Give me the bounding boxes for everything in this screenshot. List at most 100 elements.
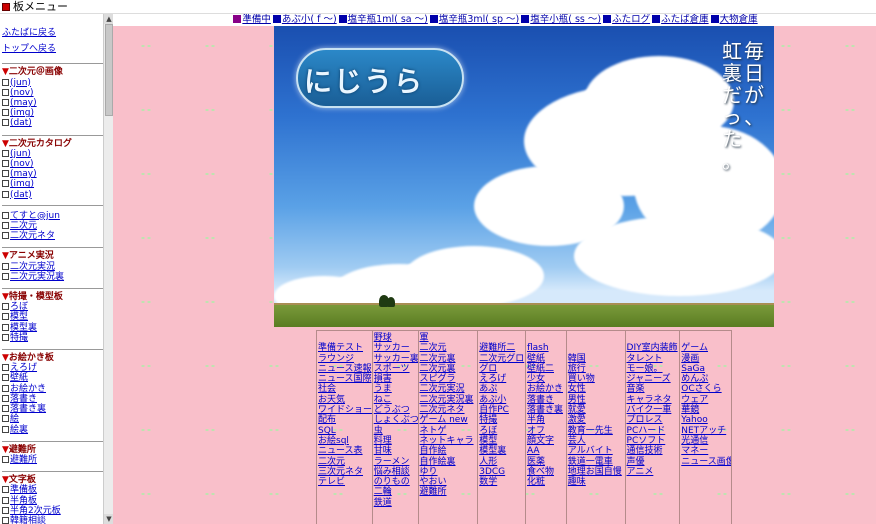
board-link[interactable]: ワイドショー bbox=[318, 405, 372, 415]
board-link[interactable]: ろぼ bbox=[479, 426, 524, 436]
board-link[interactable]: のりもの bbox=[374, 477, 417, 487]
board-link[interactable]: NETアッチ bbox=[681, 426, 730, 436]
board-link[interactable]: 落書き裏 bbox=[527, 405, 565, 415]
board-link[interactable]: PCハード bbox=[627, 426, 679, 436]
board-link[interactable]: お絵かき bbox=[527, 384, 565, 394]
checkbox-icon[interactable] bbox=[2, 99, 9, 107]
checkbox-icon[interactable] bbox=[2, 415, 9, 423]
checkbox-icon[interactable] bbox=[2, 262, 9, 270]
sidebar-link[interactable]: (img) bbox=[10, 108, 34, 118]
checkbox-icon[interactable] bbox=[2, 180, 9, 188]
board-link[interactable]: うま bbox=[374, 384, 417, 394]
board-link[interactable]: グロ bbox=[479, 364, 524, 374]
board-link[interactable]: モー娘。 bbox=[627, 364, 679, 374]
sidebar-link[interactable]: 特撮 bbox=[10, 333, 28, 343]
board-link[interactable]: プロレス bbox=[627, 415, 679, 425]
board-link[interactable]: 模型裏 bbox=[479, 446, 524, 456]
board-link[interactable]: 女性 bbox=[568, 384, 624, 394]
sidebar-link[interactable]: 半角2次元板 bbox=[10, 506, 61, 516]
board-link[interactable]: オフ bbox=[527, 426, 565, 436]
board-link[interactable]: 教育一先生 bbox=[568, 426, 624, 436]
board-link[interactable]: 模型 bbox=[479, 436, 524, 446]
board-link[interactable]: 芸人 bbox=[568, 436, 624, 446]
board-link[interactable]: ゲーム new bbox=[420, 415, 477, 425]
checkbox-icon[interactable] bbox=[2, 211, 9, 219]
checkbox-icon[interactable] bbox=[2, 333, 9, 341]
checkbox-icon[interactable] bbox=[2, 222, 9, 230]
board-link[interactable]: 音楽 bbox=[627, 384, 679, 394]
checkbox-icon[interactable] bbox=[2, 78, 9, 86]
board-link[interactable]: どうぶつ bbox=[374, 405, 417, 415]
board-link[interactable]: 三次元ネタ bbox=[318, 467, 371, 477]
board-link[interactable]: 料理 bbox=[374, 436, 417, 446]
board-link[interactable]: 二次元実況裏 bbox=[420, 395, 477, 405]
board-link[interactable]: 華鏡 bbox=[681, 405, 730, 415]
board-link[interactable]: ジャニーズ bbox=[627, 374, 679, 384]
top-nav-link[interactable]: あぷ小( f 〜) bbox=[282, 14, 337, 25]
top-nav-link[interactable]: 準備中 bbox=[242, 14, 271, 25]
board-link[interactable]: 虫 bbox=[374, 426, 417, 436]
checkbox-icon[interactable] bbox=[2, 496, 9, 504]
board-link[interactable]: ニュース画像 bbox=[681, 457, 731, 467]
board-link[interactable]: お天気 bbox=[318, 395, 371, 405]
top-nav-link[interactable]: ふたば倉庫 bbox=[661, 14, 709, 25]
checkbox-icon[interactable] bbox=[2, 425, 9, 433]
board-link[interactable]: 自作絵 bbox=[420, 446, 477, 456]
checkbox-icon[interactable] bbox=[2, 364, 9, 372]
board-link[interactable]: 男性 bbox=[568, 395, 624, 405]
board-link[interactable]: 野球 bbox=[374, 333, 417, 343]
board-link[interactable]: 自作絵裏 bbox=[420, 457, 477, 467]
board-link[interactable]: 落書き bbox=[527, 395, 565, 405]
sidebar-link[interactable]: (may) bbox=[10, 169, 37, 179]
board-link[interactable]: 漫画 bbox=[681, 354, 730, 364]
board-link[interactable]: 化粧 bbox=[527, 477, 565, 487]
board-link[interactable]: あぷ bbox=[479, 384, 524, 394]
board-link[interactable]: 配布 bbox=[318, 415, 371, 425]
checkbox-icon[interactable] bbox=[2, 384, 9, 392]
sidebar-link[interactable]: (nov) bbox=[10, 88, 34, 98]
board-link[interactable]: 二次元実況 bbox=[420, 384, 477, 394]
board-link[interactable]: 甘味 bbox=[374, 446, 417, 456]
board-link[interactable]: PCソフト bbox=[627, 436, 679, 446]
checkbox-icon[interactable] bbox=[2, 160, 9, 168]
checkbox-icon[interactable] bbox=[2, 506, 9, 514]
board-link[interactable]: OCさくら bbox=[681, 384, 730, 394]
board-link[interactable]: AA bbox=[527, 446, 565, 456]
board-link[interactable]: 二次元グロ bbox=[479, 354, 524, 364]
checkbox-icon[interactable] bbox=[2, 272, 9, 280]
board-link[interactable]: スポーツ bbox=[374, 364, 417, 374]
board-link[interactable]: 食べ物 bbox=[527, 467, 565, 477]
scroll-thumb[interactable] bbox=[105, 24, 113, 116]
checkbox-icon[interactable] bbox=[2, 119, 9, 127]
top-nav-link[interactable]: ふたログ bbox=[612, 14, 650, 25]
top-nav-link[interactable]: 塩辛小瓶( ss 〜) bbox=[530, 14, 601, 25]
sidebar-link[interactable]: 落書き裏 bbox=[10, 404, 46, 414]
back-to-top-link[interactable]: トップへ戻る bbox=[2, 44, 103, 54]
sidebar-link[interactable]: 模型 bbox=[10, 312, 28, 322]
board-link[interactable]: 韓国 bbox=[568, 354, 624, 364]
board-link[interactable]: 激愛 bbox=[568, 415, 624, 425]
board-link[interactable]: 避難所 bbox=[420, 487, 477, 497]
board-link[interactable]: 鉄道 bbox=[374, 498, 417, 508]
board-link[interactable]: 旅行 bbox=[568, 364, 624, 374]
checkbox-icon[interactable] bbox=[2, 455, 9, 463]
board-link[interactable]: 医薬 bbox=[527, 457, 565, 467]
board-link[interactable]: ニュース速報 bbox=[318, 364, 372, 374]
sidebar-link[interactable]: 模型裏 bbox=[10, 323, 37, 333]
board-link[interactable]: サッカー裏 bbox=[374, 354, 418, 364]
board-link[interactable]: しょくぶつ bbox=[374, 415, 418, 425]
board-link[interactable]: ゆり bbox=[420, 467, 477, 477]
board-link[interactable]: マネー bbox=[681, 446, 730, 456]
board-link[interactable]: ウェア bbox=[681, 395, 730, 405]
sidebar-link[interactable]: 二次元実況 bbox=[10, 262, 55, 272]
board-link[interactable]: Yahoo bbox=[681, 415, 730, 425]
sidebar-link[interactable]: (may) bbox=[10, 98, 37, 108]
sidebar-link[interactable]: 二次元ネタ bbox=[10, 231, 55, 241]
board-link[interactable]: めんぷ bbox=[681, 374, 730, 384]
sidebar-link[interactable]: 壁紙 bbox=[10, 373, 28, 383]
board-link[interactable]: 就愛 bbox=[568, 405, 624, 415]
board-link[interactable]: 趣味 bbox=[568, 477, 624, 487]
board-link[interactable]: 特撮 bbox=[479, 415, 524, 425]
sidebar-link[interactable]: お絵かき bbox=[10, 384, 46, 394]
board-link[interactable]: 避難所二 bbox=[479, 343, 524, 353]
